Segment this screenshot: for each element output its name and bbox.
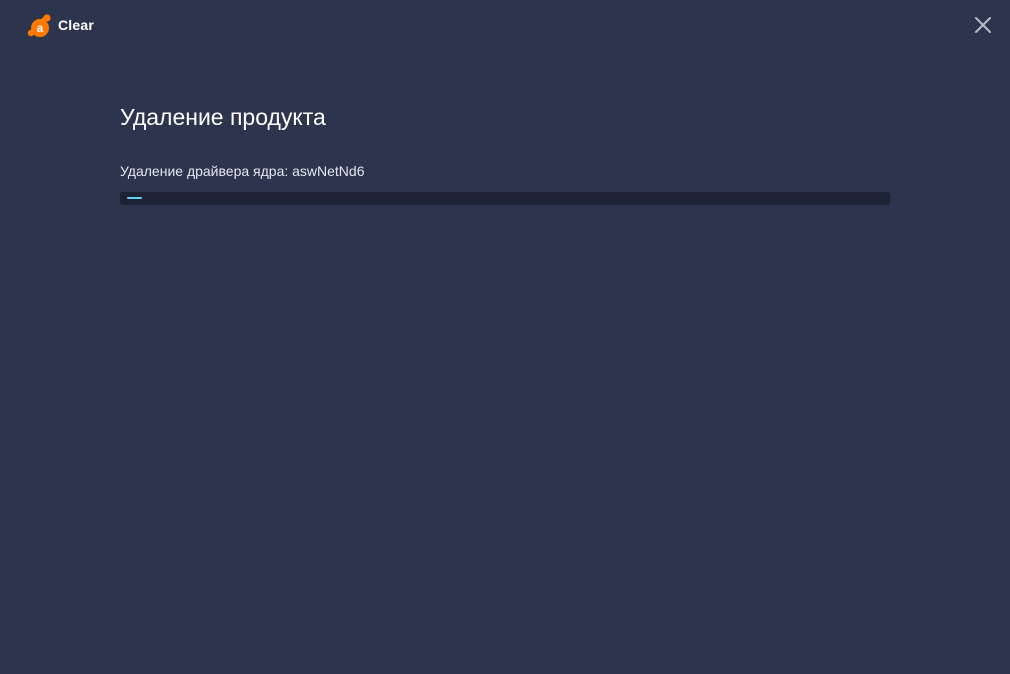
progress-bar-fill bbox=[127, 197, 142, 199]
avast-logo-icon: a bbox=[27, 14, 51, 37]
app-name: Clear bbox=[58, 17, 95, 33]
progress-bar bbox=[120, 192, 890, 205]
main-content: Удаление продукта Удаление драйвера ядра… bbox=[120, 100, 890, 205]
status-text: Удаление драйвера ядра: aswNetNd6 bbox=[120, 163, 365, 179]
close-icon[interactable] bbox=[971, 13, 995, 37]
uninstaller-window: a Clear Удаление продукта Удаление драйв… bbox=[0, 0, 1010, 674]
title-bar: a Clear bbox=[0, 0, 1010, 52]
svg-text:a: a bbox=[37, 21, 44, 35]
page-title: Удаление продукта bbox=[120, 104, 326, 130]
